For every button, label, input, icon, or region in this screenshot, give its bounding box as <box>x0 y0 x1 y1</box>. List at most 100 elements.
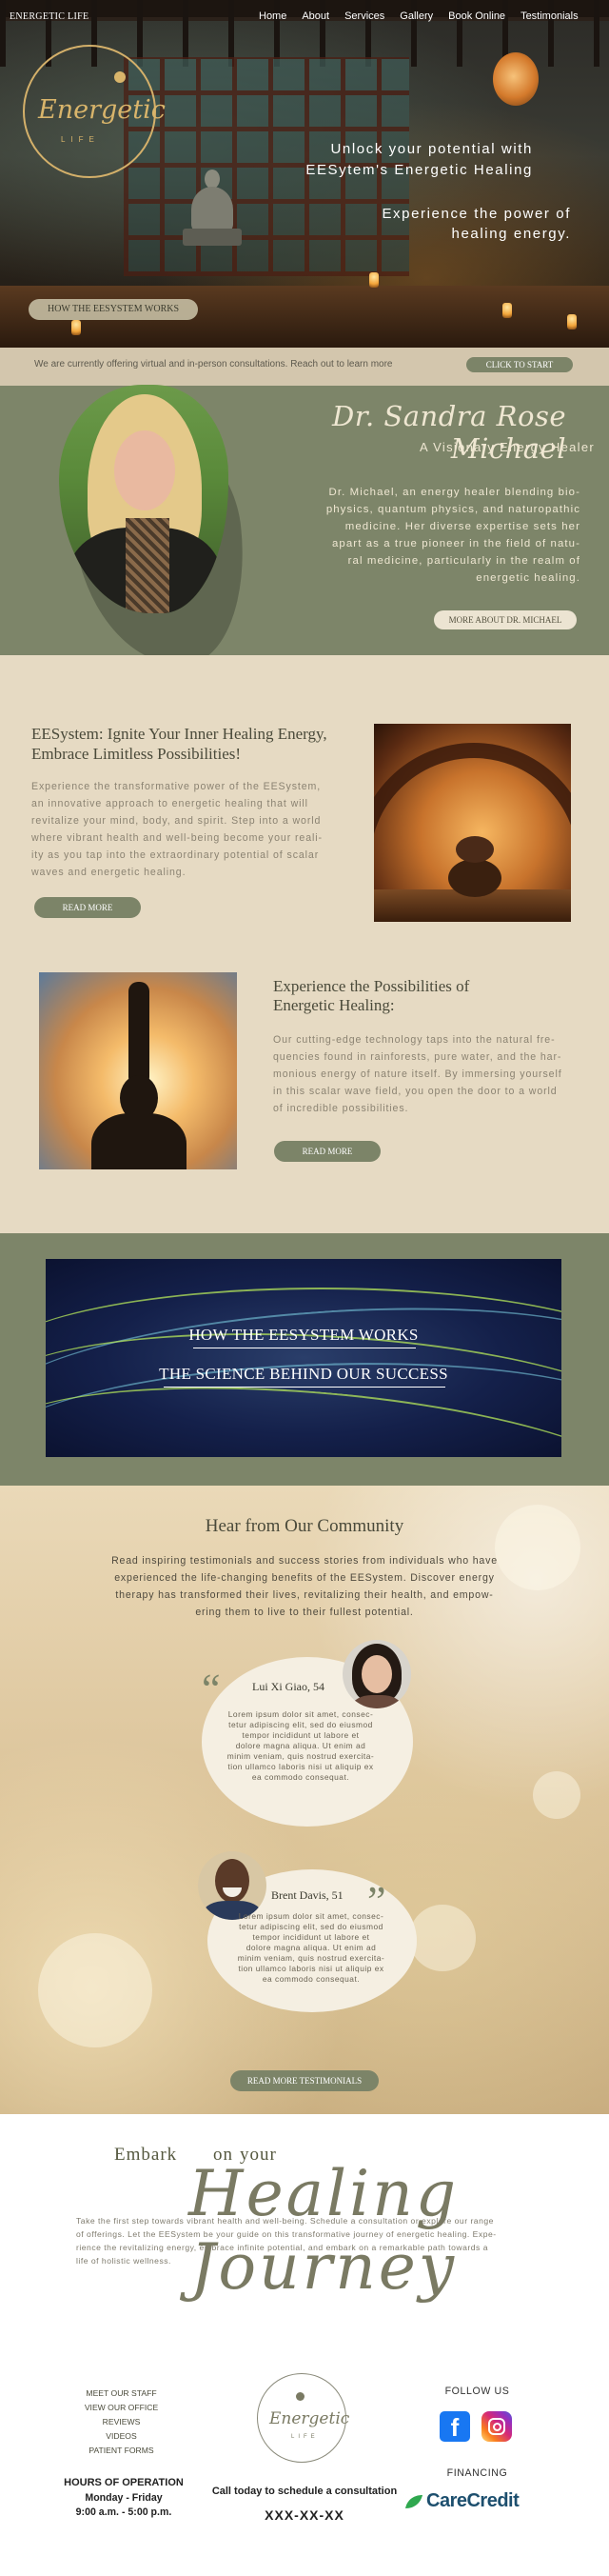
lantern-graphic <box>493 52 539 106</box>
body-line: Read inspiring testimonials and success … <box>111 1555 498 1567</box>
title-line: Embrace Limitless Possibilities! <box>31 745 242 763</box>
nav-item-about[interactable]: About <box>294 10 337 26</box>
candle-graphic <box>567 314 577 329</box>
how-eesystem-works-link[interactable]: HOW THE EESYSTEM WORKS <box>46 1326 561 1345</box>
balanced-stones-image <box>374 724 571 922</box>
footer-link-patient-forms[interactable]: PATIENT FORMS <box>81 2446 162 2455</box>
experience-body: Our cutting-edge technology taps into th… <box>273 1031 578 1117</box>
link-underline <box>164 1387 445 1388</box>
eesystem-read-more-button[interactable]: READ MORE <box>34 897 141 918</box>
testimonial-avatar <box>343 1640 411 1708</box>
eesystem-body: Experience the transformative power of t… <box>31 778 345 881</box>
testimonial-text: Lorem ipsum dolor sit amet, consec- tetu… <box>211 1709 390 1783</box>
doctor-subtitle: A Visionary Energy Healer <box>419 440 595 454</box>
experience-title: Experience the Possibilities of Energeti… <box>273 977 578 1015</box>
logo-wordmark: Energetic <box>38 95 166 125</box>
nav-item-testimonials[interactable]: Testimonials <box>513 10 586 26</box>
text-line: minim veniam, quis nostrud exercita- <box>237 1953 385 1963</box>
body-line: experienced the life-changing benefits o… <box>114 1572 495 1584</box>
footer-logo-subtitle: LIFE <box>291 2434 319 2440</box>
footer-logo-wordmark: Energetic <box>269 2409 350 2428</box>
text-line: tion ullamco laboris nisi ut aliquip ex <box>238 1964 384 1973</box>
footer-link-meet-staff[interactable]: MEET OUR STAFF <box>81 2388 162 2398</box>
text-line: tetur adipiscing elit, sed do eiusmod <box>228 1720 373 1729</box>
text-line: Lorem ipsum dolor sit amet, consec- <box>227 1709 374 1719</box>
text-line: tempor incididunt ut labore et <box>242 1730 360 1740</box>
lotus-icon <box>114 71 126 83</box>
footer-link-videos[interactable]: VIDEOS <box>81 2431 162 2441</box>
consultation-text: We are currently offering virtual and in… <box>34 359 393 369</box>
body-line: Our cutting-edge technology taps into th… <box>273 1034 556 1046</box>
hours-title: HOURS OF OPERATION <box>64 2477 184 2488</box>
hours-time: 9:00 a.m. - 5:00 p.m. <box>75 2506 172 2518</box>
lotus-icon <box>296 2392 304 2401</box>
body-line: life of holistic wellness. <box>76 2256 171 2266</box>
text-line: dolore magna aliqua. Ut enim ad <box>235 1741 366 1750</box>
call-to-schedule-text: Call today to schedule a consultation <box>211 2486 398 2497</box>
body-line: waves and energetic healing. <box>31 867 187 878</box>
doctor-bio: Dr. Michael, an energy healer blending b… <box>266 484 580 587</box>
text-line: tion ullamco laboris nisi ut aliquip ex <box>227 1762 374 1771</box>
body-line: an innovative approach to energetic heal… <box>31 798 308 809</box>
footer-link-reviews[interactable]: REVIEWS <box>81 2417 162 2426</box>
logo-subtitle: LIFE <box>61 135 100 144</box>
candle-graphic <box>502 303 512 318</box>
science-behind-success-link[interactable]: THE SCIENCE BEHIND OUR SUCCESS <box>46 1365 561 1384</box>
buddha-statue-graphic <box>183 170 242 246</box>
body-line: ering them to live to their fullest pote… <box>195 1607 414 1618</box>
title-line: Experience the Possibilities of <box>273 977 470 995</box>
doctor-name: Dr. Sandra Rose Michael <box>332 400 566 465</box>
hero-headline-line: Unlock your potential with <box>330 141 533 157</box>
bokeh-graphic <box>409 1905 476 1971</box>
bio-line: physics, quantum physics, and naturopath… <box>325 504 580 515</box>
testimonial-name: Lui Xi Giao, 54 <box>252 1680 324 1693</box>
testimonial-avatar <box>198 1851 266 1920</box>
hours-days: Monday - Friday <box>85 2492 163 2504</box>
read-more-testimonials-button[interactable]: READ MORE TESTIMONIALS <box>230 2070 379 2091</box>
text-line: minim veniam, quis nostrud exercita- <box>226 1751 375 1761</box>
embark-body: Take the first step towards vibrant heal… <box>76 2214 542 2267</box>
footer-link-view-office[interactable]: VIEW OUR OFFICE <box>81 2403 162 2412</box>
body-line: rience the revitalizing energy, embrace … <box>76 2243 488 2252</box>
bokeh-graphic <box>38 1933 152 2047</box>
bokeh-graphic <box>533 1771 580 1819</box>
testimonial-name: Brent Davis, 51 <box>271 1888 344 1902</box>
carecredit-logo[interactable]: CareCredit <box>403 2490 556 2512</box>
nav-item-gallery[interactable]: Gallery <box>392 10 441 26</box>
energy-waves-image <box>46 1259 561 1457</box>
bio-line: apart as a true pioneer in the field of … <box>332 538 580 549</box>
hero-headline-line: EESytem's Energetic Healing <box>305 162 533 178</box>
text-line: Lorem ipsum dolor sit amet, consec- <box>238 1911 384 1921</box>
text-line: tetur adipiscing elit, sed do eiusmod <box>239 1922 383 1931</box>
hero-subheadline-line: Experience the power of <box>382 206 571 222</box>
instagram-icon[interactable] <box>481 2411 512 2442</box>
facebook-icon[interactable]: f <box>440 2411 470 2442</box>
bio-line: ral medicine, particularly in the realm … <box>347 555 580 567</box>
body-line: therapy has transformed their lives, rev… <box>115 1589 494 1601</box>
body-line: monious energy of nature itself. By imme… <box>273 1068 562 1080</box>
community-title: Hear from Our Community <box>205 1516 404 1536</box>
financing-label: FINANCING <box>446 2467 508 2479</box>
more-about-doctor-button[interactable]: MORE ABOUT DR. MICHAEL <box>434 610 577 629</box>
community-intro: Read inspiring testimonials and success … <box>95 1552 514 1621</box>
body-line: revitalize your mind, body, and spirit. … <box>31 815 322 827</box>
text-line: ea commodo consequat. <box>251 1772 350 1782</box>
nav-brand[interactable]: ENERGETIC LIFE <box>10 11 88 22</box>
quote-icon: “ <box>202 1666 221 1712</box>
body-line: ity as you tap into the extraordinary po… <box>31 849 320 861</box>
phone-number[interactable]: XXX-XX-XX <box>200 2507 409 2523</box>
body-line: in this scalar wave field, you open the … <box>273 1086 558 1097</box>
experience-read-more-button[interactable]: READ MORE <box>274 1141 381 1162</box>
title-line: Energetic Healing: <box>273 996 395 1014</box>
click-to-start-button[interactable]: CLICK TO START <box>466 357 573 372</box>
candle-graphic <box>369 272 379 288</box>
nav-item-services[interactable]: Services <box>337 10 392 26</box>
nav-item-book-online[interactable]: Book Online <box>441 10 513 26</box>
hero-subheadline-line: healing energy. <box>451 226 571 242</box>
body-line: Experience the transformative power of t… <box>31 781 322 792</box>
body-line: quencies found in rainforests, pure wate… <box>273 1051 562 1063</box>
eesystem-title: EESystem: Ignite Your Inner Healing Ener… <box>31 724 355 764</box>
nav-item-home[interactable]: Home <box>251 10 294 26</box>
body-line: of incredible possibilities. <box>273 1103 409 1114</box>
how-eesystem-works-button[interactable]: HOW THE EESYSTEM WORKS <box>29 299 198 320</box>
